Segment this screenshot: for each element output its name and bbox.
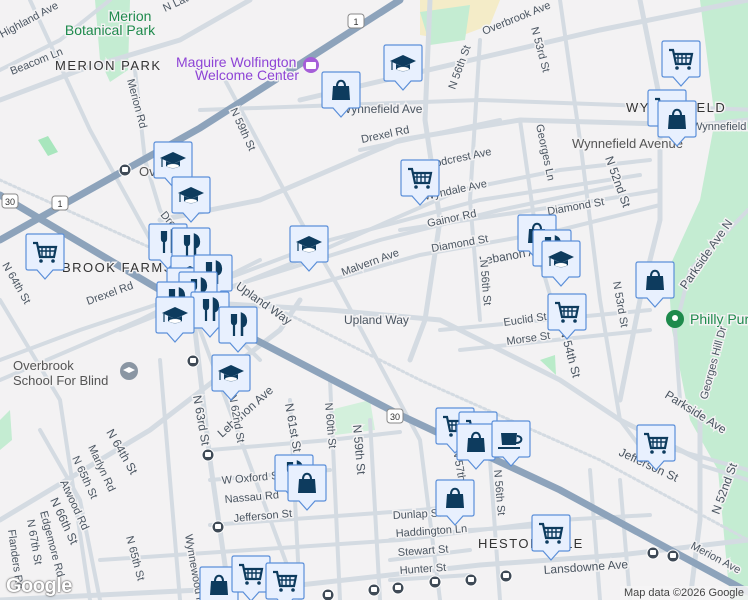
svg-text:1: 1 — [353, 17, 358, 27]
map-marker-cap[interactable] — [383, 44, 423, 91]
poi-label: Welcome Center — [195, 67, 299, 83]
transit-station-icon[interactable] — [666, 549, 680, 563]
svg-text:N Latc: N Latc — [161, 0, 195, 15]
map-marker-cart[interactable] — [531, 514, 571, 561]
svg-text:Morse St: Morse St — [506, 330, 551, 348]
transit-station-icon[interactable] — [428, 575, 442, 589]
us-route-30-shield: 30 — [1, 193, 19, 209]
svg-text:30: 30 — [5, 197, 15, 207]
svg-text:Wynnefield Ave: Wynnefield Ave — [692, 121, 748, 133]
svg-text:Nassau Rd: Nassau Rd — [224, 489, 279, 506]
svg-text:Hunter St: Hunter St — [399, 562, 446, 577]
us-route-1-shield: 1 — [51, 195, 69, 211]
us-route-1-shield: 1 — [347, 13, 365, 29]
map-marker-bag[interactable] — [435, 479, 475, 526]
svg-text:Dunlap St: Dunlap St — [393, 507, 442, 522]
transit-station-icon[interactable] — [201, 448, 215, 462]
transit-station-icon[interactable] — [464, 573, 478, 587]
park-label: Philly Pur — [690, 311, 748, 327]
park-label: Botanical Park — [65, 22, 156, 38]
map-marker-cap[interactable] — [155, 296, 195, 343]
map-marker-food[interactable] — [218, 306, 258, 353]
station-label: Wynnefield Avenue — [572, 136, 683, 151]
svg-text:Haddington Ln: Haddington Ln — [395, 523, 467, 540]
map-canvas[interactable]: 1 1 30 30 Merion Botanical Park MERION P… — [0, 0, 748, 600]
svg-text:N 53rd St: N 53rd St — [528, 26, 552, 74]
map-marker-cart[interactable] — [547, 293, 587, 340]
poi-label: Overbrook — [13, 358, 74, 373]
google-logo[interactable]: Google — [6, 575, 72, 598]
svg-text:Drexel Rd: Drexel Rd — [85, 280, 135, 308]
svg-text:Jefferson St: Jefferson St — [233, 508, 292, 525]
map-marker-cart[interactable] — [265, 562, 305, 600]
transit-station-icon[interactable] — [391, 581, 405, 595]
svg-text:N 53rd St: N 53rd St — [610, 280, 630, 328]
transit-station-icon[interactable] — [367, 583, 381, 597]
us-route-30-shield: 30 — [386, 408, 404, 424]
svg-text:Euclid St: Euclid St — [503, 311, 548, 329]
park-poi-icon — [666, 310, 684, 328]
poi-label: School For Blind — [13, 373, 108, 388]
svg-text:N 63rd St: N 63rd St — [190, 394, 213, 447]
school-poi-icon — [120, 362, 138, 380]
svg-text:N 59th St: N 59th St — [350, 424, 368, 476]
svg-text:Upland Way: Upland Way — [344, 313, 409, 327]
svg-text:Stewart St: Stewart St — [397, 543, 448, 559]
svg-text:Merion Rd: Merion Rd — [124, 78, 149, 130]
transit-station-icon[interactable] — [321, 588, 335, 600]
svg-text:Highland Ave: Highland Ave — [0, 0, 60, 41]
transit-station-icon[interactable] — [646, 546, 660, 560]
transit-station-icon[interactable] — [186, 354, 200, 368]
camera-poi-icon — [303, 57, 319, 73]
neighborhood-label: BROOK FARMS — [62, 260, 174, 275]
map-marker-cap[interactable] — [211, 354, 251, 401]
svg-text:N 61st St: N 61st St — [282, 402, 304, 454]
map-marker-cap[interactable] — [541, 240, 581, 287]
transit-station-icon[interactable] — [499, 569, 513, 583]
map-marker-cart[interactable] — [661, 40, 701, 87]
neighborhood-label: MERION PARK — [55, 58, 162, 73]
road-network — [0, 0, 748, 600]
svg-text:1: 1 — [57, 199, 62, 209]
map-marker-cart[interactable] — [25, 233, 65, 280]
svg-text:30: 30 — [390, 412, 400, 422]
transit-station-icon[interactable] — [211, 520, 225, 534]
svg-text:W Oxford St: W Oxford St — [221, 470, 282, 487]
transit-station-icon[interactable] — [118, 163, 132, 177]
map-attribution[interactable]: Map data ©2026 Google — [619, 586, 748, 600]
